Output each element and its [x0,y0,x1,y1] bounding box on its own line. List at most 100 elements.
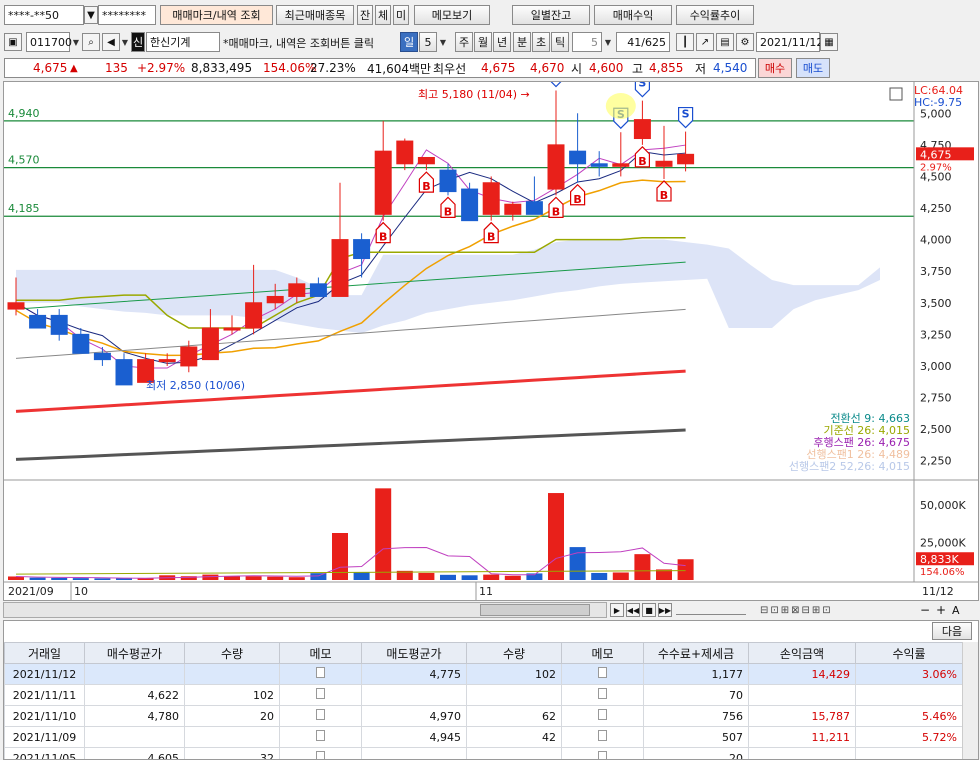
col-date[interactable]: 거래일 [4,642,85,664]
memo-icon[interactable] [598,667,607,678]
memo-icon[interactable] [316,730,325,741]
row-buy-memo[interactable] [279,663,362,685]
col-return[interactable]: 수익률 [855,642,963,664]
return-trend-button[interactable]: 수익률추이 [676,5,754,25]
pin-icon[interactable]: ▣ [4,33,22,51]
chart-panel[interactable]: 4,9404,5704,185 BBBBSBBSSBBS 5,0004,7504… [3,81,979,601]
table-row[interactable]: 2021/11/11 4,622 102 70 [4,684,963,706]
memo-icon[interactable] [316,709,325,720]
col-sell-qty[interactable]: 수량 [466,642,562,664]
memo-icon[interactable] [598,751,607,759]
memo-icon[interactable] [316,751,325,759]
memo-icon[interactable] [598,688,607,699]
gear-icon[interactable]: ⚙ [736,33,754,51]
zoom-minus-icon[interactable]: − [920,603,930,617]
trade-profit-button[interactable]: 매매수익 [594,5,672,25]
chevron-down-icon[interactable]: ▼ [119,33,131,51]
speaker-icon[interactable]: ◀ [102,33,120,51]
row-buy-memo[interactable] [279,684,362,706]
table-row[interactable]: 2021/11/05 4,605 32 20 [4,747,963,759]
y-tick-7: 3,250 [920,328,952,341]
rewind-icon[interactable]: ◀◀ [626,603,640,617]
stock-name: 한신기계 [150,36,191,49]
chevron-down-icon[interactable]: ▼ [70,33,82,51]
chevron-down-icon[interactable]: ▼ [437,33,449,51]
row-sell-memo[interactable] [561,663,644,685]
col-sell-memo[interactable]: 메모 [561,642,644,664]
table-row[interactable]: 2021/11/10 4,780 20 4,970 62 756 15,787 5.46% [4,705,963,727]
sell-button[interactable]: 매도 [796,58,830,78]
col-buy-avg[interactable]: 매수평균가 [84,642,185,664]
memo-icon[interactable] [316,667,325,678]
col-sell-avg[interactable]: 매도평균가 [361,642,467,664]
period-minute[interactable]: 분 [513,32,531,52]
tick-count-input[interactable]: 5 [572,32,602,52]
table-scrollbar[interactable] [962,642,978,759]
period-year[interactable]: 년 [493,32,511,52]
memo-view-button[interactable]: 메모보기 [414,5,490,25]
chart-scrollbar[interactable] [3,602,607,618]
table-row[interactable]: 2021/11/12 4,775 102 1,177 14,429 3.06% [4,663,963,685]
memo-icon[interactable] [598,730,607,741]
memo-icon[interactable] [598,709,607,720]
period-week[interactable]: 주 [455,32,473,52]
stock-name-field[interactable]: 한신기계 [146,32,220,52]
draw-icon[interactable]: ↗ [696,33,714,51]
row-sell-memo[interactable] [561,747,644,759]
candle-body [50,314,68,335]
search-icon[interactable]: ⌕ [82,33,100,51]
col-profit[interactable]: 손익금액 [748,642,856,664]
font-size-icon[interactable]: A [952,604,960,617]
fast-forward-icon[interactable]: ▶▶ [658,603,672,617]
save-icon[interactable]: ▤ [716,33,734,51]
stock-code-input[interactable]: 011700 [26,32,72,52]
speed-slider[interactable] [676,605,746,615]
row-sell-memo[interactable] [561,705,644,727]
balance-button[interactable]: 잔 [357,5,373,25]
calendar-icon[interactable]: ▦ [820,33,838,51]
row-sell-memo[interactable] [561,684,644,706]
period-day-count[interactable]: 5 [419,32,437,52]
stop-icon[interactable]: ■ [642,603,656,617]
period-tick[interactable]: 틱 [551,32,569,52]
recent-stocks-button[interactable]: 최근매매종목 [276,5,354,25]
row-buy-memo[interactable] [279,747,362,759]
date-field[interactable]: 2021/11/12 [756,32,823,52]
col-fee[interactable]: 수수료+제세금 [643,642,749,664]
row-buy-memo[interactable] [279,726,362,748]
play-icon[interactable]: ▶ [610,603,624,617]
period-month[interactable]: 월 [474,32,492,52]
row-buy-memo[interactable] [279,705,362,727]
unfilled-button[interactable]: 미 [393,5,409,25]
col-buy-qty[interactable]: 수량 [184,642,280,664]
volume-ratio: 154.06% [263,61,317,75]
trade-mark-query-button[interactable]: 매매마크/내역 조회 [160,5,273,25]
price-chart[interactable]: 4,9404,5704,185 BBBBSBBSSBBS 5,0004,7504… [4,82,979,601]
password-field[interactable]: ******** [98,5,156,25]
hc-label: HC:-9.75 [914,96,962,109]
highlight-marker [605,93,636,119]
mark-letter: B [660,189,668,202]
period-day[interactable]: 일 [400,32,418,52]
zoom-controls-icon[interactable]: ⊟⊡⊞⊠⊟⊞⊡ [760,605,833,616]
col-buy-memo[interactable]: 메모 [279,642,362,664]
volume-bar [224,576,240,580]
candle-body [374,150,392,215]
buy-button[interactable]: 매수 [758,58,792,78]
chevron-down-icon[interactable]: ▼ [84,6,98,24]
table-row[interactable]: 2021/11/09 4,945 42 507 11,211 5.72% [4,726,963,748]
row-fee: 20 [643,747,749,759]
candle-icon[interactable]: ┃ [676,33,694,51]
hline-label-2: 4,185 [8,202,40,215]
next-button[interactable]: 다음 [932,622,972,640]
filled-button[interactable]: 체 [375,5,391,25]
row-buy-avg [84,726,185,748]
period-second[interactable]: 초 [532,32,550,52]
chevron-down-icon[interactable]: ▼ [602,33,614,51]
account-select[interactable]: ****-**50 [4,5,84,25]
row-sell-memo[interactable] [561,726,644,748]
scroll-thumb[interactable] [480,604,590,616]
memo-icon[interactable] [316,688,325,699]
zoom-plus-icon[interactable]: + [936,603,946,617]
daily-balance-button[interactable]: 일별잔고 [512,5,590,25]
